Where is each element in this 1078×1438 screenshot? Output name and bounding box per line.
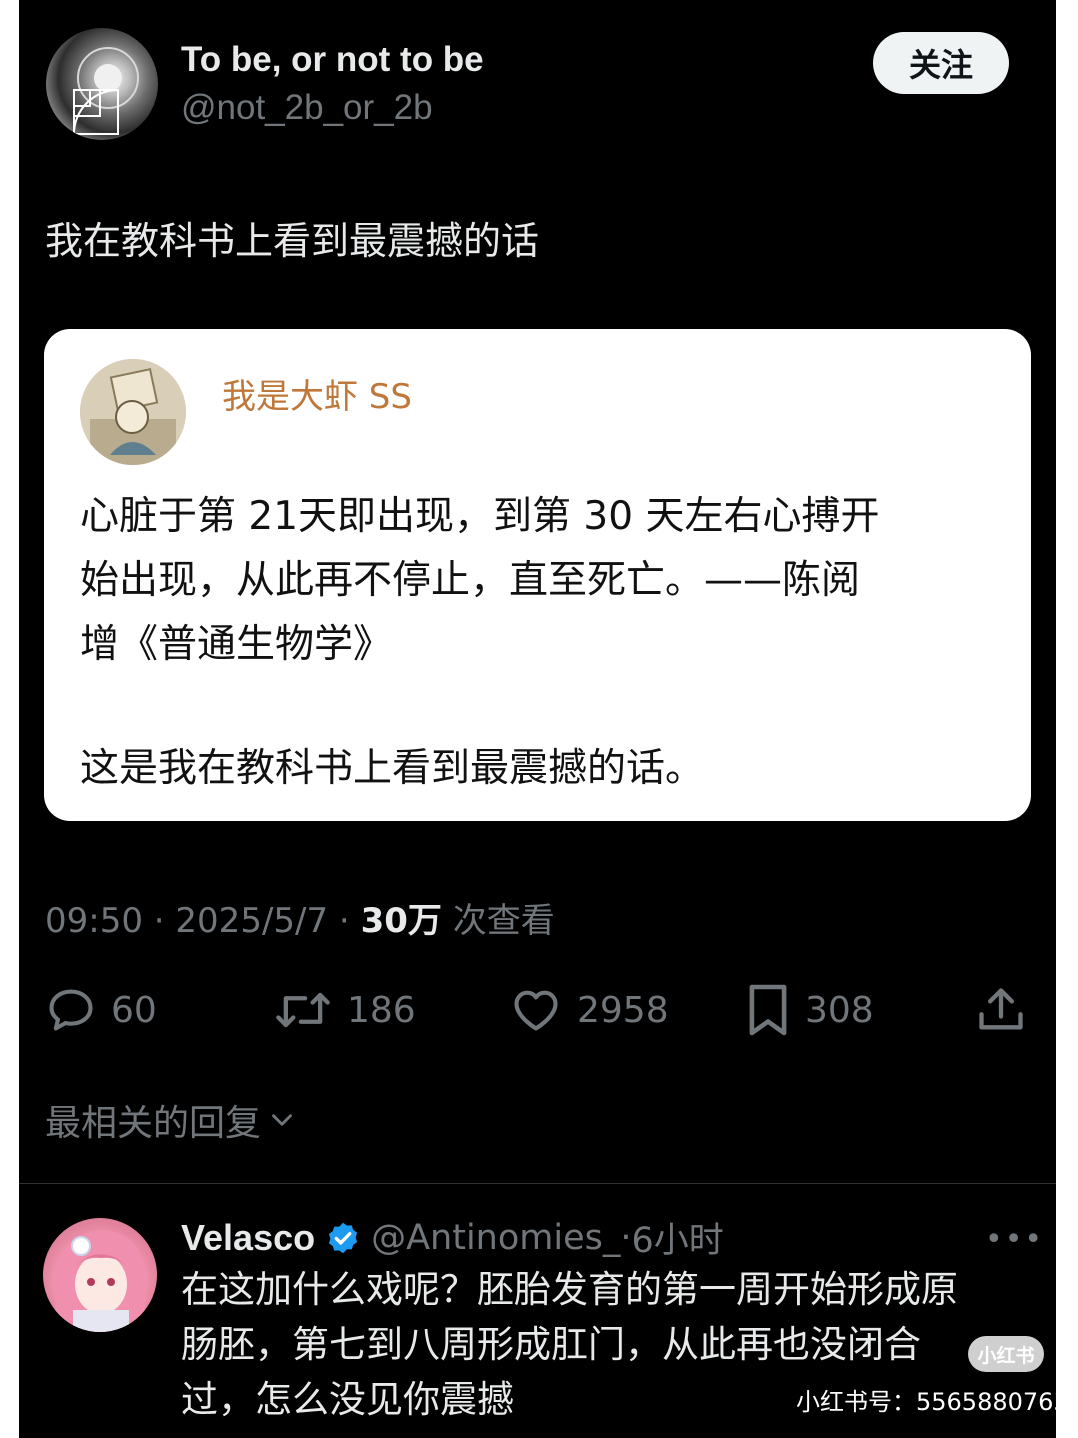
- quoted-line: 始出现，从此再不停止，直至死亡。——陈阅: [80, 558, 861, 603]
- replies-sort-label: 最相关的回复: [45, 1103, 262, 1144]
- bookmark-icon: [749, 984, 787, 1036]
- reply-header: Velasco @Antinomies_ · 6小时: [181, 1212, 724, 1263]
- meta-separator: ·: [328, 901, 361, 941]
- reply-action[interactable]: 60: [45, 980, 157, 1040]
- bookmark-action[interactable]: 308: [745, 980, 874, 1040]
- follow-button[interactable]: 关注: [873, 32, 1009, 94]
- chevron-down-icon: [272, 1114, 292, 1126]
- quoted-line: 增《普通生物学》: [80, 622, 393, 667]
- quoted-post-text: 心脏于第 21天即出现，到第 30 天左右心搏开 始出现，从此再不停止，直至死亡…: [80, 485, 1000, 801]
- post-time: 09:50: [45, 901, 143, 941]
- quoted-line: 心脏于第 21天即出现，到第 30 天左右心搏开: [80, 494, 880, 539]
- reply-line: 在这加什么戏呢？胚胎发育的第一周开始形成原: [181, 1268, 958, 1311]
- share-icon: [979, 988, 1023, 1030]
- verified-badge-icon: [329, 1222, 358, 1253]
- replies-sort-toggle[interactable]: 最相关的回复: [45, 1094, 299, 1146]
- more-icon[interactable]: •••: [985, 1222, 1044, 1257]
- reply-author-avatar[interactable]: [43, 1218, 157, 1332]
- quoted-final-line: 这是我在教科书上看到最震撼的话。: [80, 746, 705, 791]
- bookmark-count: 308: [805, 989, 874, 1031]
- reply-time-separator: ·: [620, 1217, 632, 1258]
- author-handle[interactable]: @not_2b_or_2b: [181, 88, 433, 128]
- like-action[interactable]: 2958: [509, 980, 669, 1040]
- author-avatar[interactable]: [46, 28, 158, 140]
- share-action[interactable]: [975, 980, 1027, 1040]
- meta-separator: ·: [142, 901, 176, 941]
- quoted-author-name[interactable]: 我是大虾 SS: [222, 369, 412, 418]
- post-text: 我在教科书上看到最震撼的话: [45, 219, 540, 263]
- reply-author-handle[interactable]: @Antinomies_: [371, 1218, 620, 1258]
- repost-icon: [276, 992, 330, 1028]
- reply-line: 肠胚，第七到八周形成肛门，从此再也没闭合: [181, 1323, 921, 1366]
- quoted-author-avatar[interactable]: [80, 359, 186, 465]
- repost-action[interactable]: 186: [273, 980, 416, 1040]
- view-count[interactable]: 30万: [361, 901, 442, 941]
- like-count: 2958: [577, 989, 669, 1031]
- reply-author-name[interactable]: Velasco: [181, 1217, 315, 1259]
- post-meta: 09:50 · 2025/5/7 · 30万 次查看: [45, 893, 555, 942]
- quoted-post-card[interactable]: 我是大虾 SS 心脏于第 21天即出现，到第 30 天左右心搏开 始出现，从此再…: [44, 329, 1031, 821]
- comment-icon: [49, 989, 93, 1031]
- reply-count: 60: [111, 989, 157, 1031]
- view-count-label: 次查看: [441, 901, 555, 941]
- post-date: 2025/5/7: [175, 901, 329, 941]
- post-detail-screen: To be, or not to be @not_2b_or_2b 关注 我在教…: [19, 0, 1056, 1438]
- watermark-badge: 小红书: [968, 1336, 1044, 1372]
- repost-count: 186: [347, 989, 416, 1031]
- author-display-name[interactable]: To be, or not to be: [181, 40, 484, 80]
- watermark-id: 小红书号：5565880765: [796, 1388, 1069, 1416]
- reply-time: 6小时: [631, 1221, 724, 1261]
- section-divider: [19, 1183, 1056, 1184]
- heart-icon: [514, 990, 558, 1031]
